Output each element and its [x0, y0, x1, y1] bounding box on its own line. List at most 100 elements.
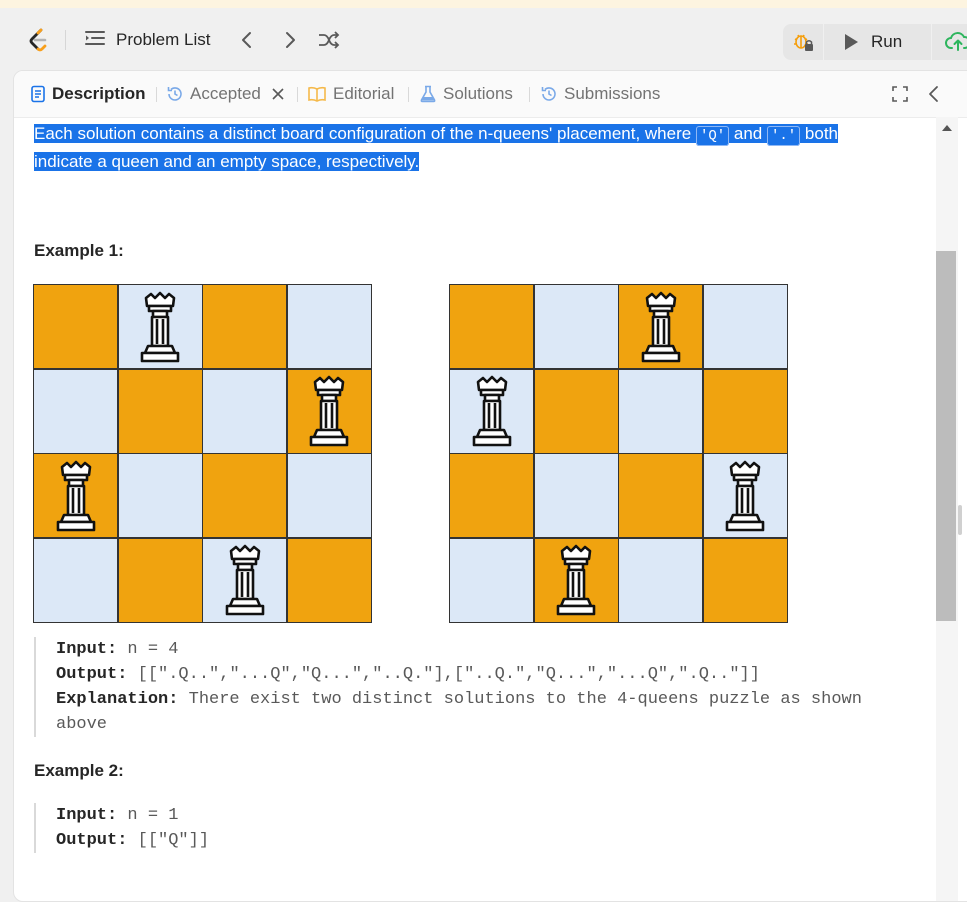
board-cell: [534, 285, 618, 368]
problem-list-label: Problem List: [116, 30, 211, 49]
chevron-left-icon: [242, 32, 251, 48]
tab-divider: [408, 87, 409, 102]
board-cell: [118, 285, 202, 368]
tab-divider: [529, 87, 530, 102]
board-cell: [118, 454, 202, 537]
content-scrollbar[interactable]: [936, 117, 958, 901]
queen-icon: [556, 544, 596, 616]
top-nav: Problem List Run: [0, 8, 967, 66]
input-key: Input:: [56, 806, 118, 825]
collapse-panel-button[interactable]: [922, 82, 946, 106]
selected-paragraph: Each solution contains a distinct board …: [34, 121, 894, 175]
paragraph-text: Each solution contains a distinct board …: [34, 124, 696, 143]
board-cell: [534, 369, 618, 453]
random-problem-button[interactable]: [316, 27, 342, 53]
play-icon: [845, 34, 858, 50]
example-2-title: Example 2:: [34, 761, 124, 780]
board-cell: [450, 369, 533, 453]
board-cell: [118, 538, 202, 622]
board-cell: [287, 538, 371, 622]
board-cell: [619, 454, 702, 537]
queen-icon: [472, 375, 511, 447]
board-cell: [203, 369, 286, 453]
input-value: n = 4: [117, 640, 179, 659]
board-cell: [203, 538, 286, 622]
panel-tabbar: Description Accepted Editorial Solutions…: [14, 71, 967, 118]
example-2-code: Input: n = 1 Output: [["Q"]]: [34, 803, 906, 853]
submit-button[interactable]: [931, 24, 967, 60]
input-value: n = 1: [117, 806, 179, 825]
tab-solutions[interactable]: Solutions: [419, 71, 513, 117]
chessboard-solution-1: [33, 284, 372, 623]
top-accent-strip: [0, 0, 967, 8]
board-cell: [118, 369, 202, 453]
run-button[interactable]: Run: [827, 24, 927, 60]
tab-solutions-label: Solutions: [443, 84, 513, 103]
scroll-thumb[interactable]: [936, 251, 956, 621]
board-cell: [287, 285, 371, 368]
board-cell: [619, 538, 702, 622]
tab-accepted[interactable]: Accepted: [166, 71, 285, 117]
board-cell: [703, 369, 787, 453]
board-cell: [534, 454, 618, 537]
output-value: [[".Q..","...Q","Q...","..Q."],["..Q.","…: [127, 665, 760, 684]
run-submit-group: Run: [783, 24, 967, 60]
output-value: [["Q"]]: [127, 831, 210, 850]
board-cell: [203, 285, 286, 368]
document-icon: [31, 85, 45, 103]
output-key: Output:: [56, 831, 128, 850]
tab-submissions-label: Submissions: [564, 84, 661, 103]
bug-lock-icon: [794, 34, 813, 51]
board-cell: [34, 285, 117, 368]
expand-icon: [892, 86, 908, 102]
tab-description[interactable]: Description: [30, 71, 146, 117]
resize-handle[interactable]: [958, 505, 962, 535]
leetcode-logo-icon[interactable]: [26, 27, 52, 53]
board-cell: [34, 454, 117, 537]
board-cell: [34, 369, 117, 453]
problem-content: Each solution contains a distinct board …: [14, 117, 934, 901]
explanation-key: Explanation:: [56, 690, 179, 709]
queen-icon: [140, 291, 180, 362]
shuffle-icon: [319, 31, 340, 49]
tab-submissions[interactable]: Submissions: [540, 71, 660, 117]
debug-button[interactable]: [783, 24, 824, 60]
scroll-up-arrow-icon[interactable]: [942, 125, 952, 131]
prev-problem-button[interactable]: [234, 27, 260, 53]
chessboard-solution-2: [449, 284, 788, 623]
example-1-title: Example 1:: [34, 241, 124, 260]
tab-divider: [156, 87, 157, 102]
board-cell: [287, 369, 371, 453]
board-cell: [619, 285, 702, 368]
next-problem-button[interactable]: [277, 27, 303, 53]
board-cell: [450, 538, 533, 622]
board-cell: [450, 285, 533, 368]
run-label: Run: [871, 32, 903, 51]
board-cell: [703, 538, 787, 622]
board-cell: [287, 454, 371, 537]
board-cell: [703, 454, 787, 537]
inline-code-q: 'Q': [695, 126, 730, 146]
tab-description-label: Description: [52, 84, 146, 103]
book-icon: [308, 86, 326, 102]
chevron-right-icon: [286, 32, 295, 48]
board-cell: [703, 285, 787, 368]
chevron-left-icon: [929, 86, 938, 102]
maximize-panel-button[interactable]: [888, 82, 912, 106]
history-icon: [541, 87, 556, 101]
input-key: Input:: [56, 640, 118, 659]
board-cell: [203, 454, 286, 537]
inline-code-dot: '.': [766, 126, 801, 146]
flask-icon: [420, 85, 436, 103]
queen-icon: [725, 460, 765, 531]
queen-icon: [225, 544, 264, 616]
tab-divider: [297, 87, 298, 102]
board-cell: [450, 454, 533, 537]
close-icon[interactable]: [271, 87, 285, 101]
problem-list-button[interactable]: Problem List: [84, 24, 210, 56]
tab-editorial[interactable]: Editorial: [307, 71, 394, 117]
queen-icon: [641, 291, 680, 362]
nav-divider: [65, 30, 66, 50]
history-icon: [167, 87, 182, 101]
board-cell: [619, 369, 702, 453]
